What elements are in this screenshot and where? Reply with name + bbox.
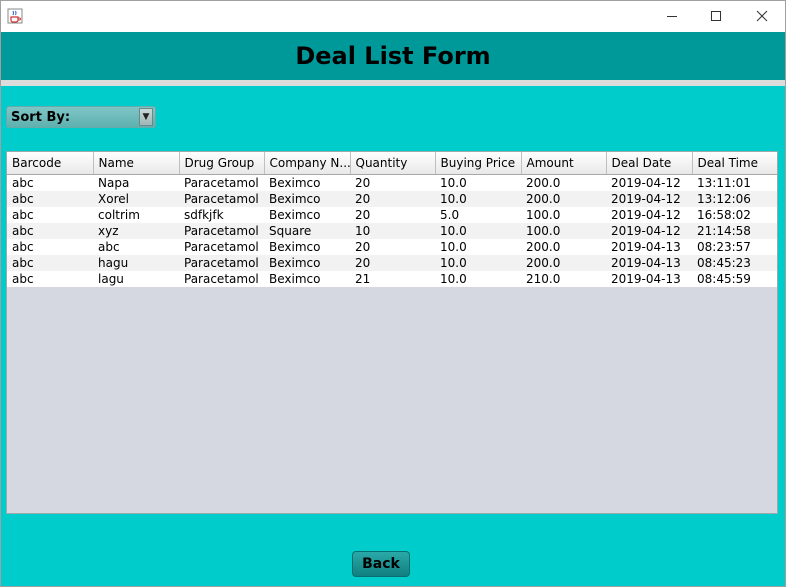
cell-drug-group: Paracetamol [179, 239, 264, 255]
cell-deal-time: 16:58:02 [692, 207, 777, 223]
cell-barcode: abc [7, 174, 93, 191]
cell-deal-date: 2019-04-12 [606, 207, 692, 223]
cell-quantity: 20 [350, 207, 435, 223]
deal-table-panel[interactable]: Barcode Name Drug Group Company N... Qua… [6, 151, 778, 514]
cell-buying-price: 10.0 [435, 271, 521, 287]
cell-deal-time: 13:11:01 [692, 174, 777, 191]
maximize-button[interactable] [693, 1, 739, 32]
cell-quantity: 20 [350, 191, 435, 207]
cell-drug-group: Paracetamol [179, 255, 264, 271]
cell-name: Xorel [93, 191, 179, 207]
header-band: Deal List Form [1, 32, 785, 80]
cell-deal-time: 08:23:57 [692, 239, 777, 255]
cell-amount: 100.0 [521, 223, 606, 239]
cell-barcode: abc [7, 223, 93, 239]
column-header-deal-date[interactable]: Deal Date [606, 152, 693, 175]
table-header-row: Barcode Name Drug Group Company N... Qua… [7, 152, 777, 175]
cell-deal-date: 2019-04-13 [606, 239, 692, 255]
column-header-drug-group[interactable]: Drug Group [179, 152, 265, 175]
cell-name: coltrim [93, 207, 179, 223]
cell-barcode: abc [7, 271, 93, 287]
app-window: Deal List Form Sort By: ▼ Barcode Name D… [0, 0, 786, 587]
column-header-name[interactable]: Name [93, 152, 180, 175]
header-divider [1, 80, 785, 86]
cell-company: Beximco [264, 207, 350, 223]
table-row[interactable]: abc lagu Paracetamol Beximco 21 10.0 210… [7, 271, 777, 287]
sort-by-dropdown[interactable]: Sort By: ▼ [6, 106, 156, 128]
column-header-buying-price[interactable]: Buying Price [435, 152, 522, 175]
cell-deal-time: 13:12:06 [692, 191, 777, 207]
cell-drug-group: Paracetamol [179, 223, 264, 239]
cell-deal-time: 08:45:23 [692, 255, 777, 271]
cell-name: lagu [93, 271, 179, 287]
cell-amount: 100.0 [521, 207, 606, 223]
cell-name: Napa [93, 174, 179, 191]
cell-deal-date: 2019-04-12 [606, 223, 692, 239]
minimize-button[interactable] [649, 1, 695, 32]
cell-company: Beximco [264, 239, 350, 255]
table-row[interactable]: abc xyz Paracetamol Square 10 10.0 100.0… [7, 223, 777, 239]
cell-buying-price: 10.0 [435, 223, 521, 239]
cell-deal-date: 2019-04-12 [606, 174, 692, 191]
back-button[interactable]: Back [352, 551, 410, 577]
cell-company: Beximco [264, 271, 350, 287]
cell-barcode: abc [7, 191, 93, 207]
deal-table: Barcode Name Drug Group Company N... Qua… [7, 152, 777, 287]
cell-company: Square [264, 223, 350, 239]
cell-amount: 200.0 [521, 174, 606, 191]
close-icon [756, 7, 768, 26]
cell-buying-price: 10.0 [435, 239, 521, 255]
dropdown-arrow-icon[interactable]: ▼ [139, 108, 153, 126]
cell-drug-group: Paracetamol [179, 271, 264, 287]
page-title: Deal List Form [295, 42, 491, 70]
column-header-deal-time[interactable]: Deal Time [692, 152, 777, 175]
cell-barcode: abc [7, 207, 93, 223]
table-row[interactable]: abc Napa Paracetamol Beximco 20 10.0 200… [7, 174, 777, 191]
cell-amount: 200.0 [521, 191, 606, 207]
close-button[interactable] [739, 1, 785, 32]
column-header-company-name[interactable]: Company N... [264, 152, 351, 175]
cell-company: Beximco [264, 174, 350, 191]
column-header-quantity[interactable]: Quantity [350, 152, 436, 175]
cell-amount: 200.0 [521, 255, 606, 271]
cell-company: Beximco [264, 255, 350, 271]
table-row[interactable]: abc coltrim sdfkjfk Beximco 20 5.0 100.0… [7, 207, 777, 223]
cell-amount: 210.0 [521, 271, 606, 287]
cell-quantity: 10 [350, 223, 435, 239]
java-cup-icon [7, 8, 23, 24]
title-bar[interactable] [1, 1, 785, 32]
cell-drug-group: Paracetamol [179, 191, 264, 207]
cell-quantity: 21 [350, 271, 435, 287]
table-row[interactable]: abc hagu Paracetamol Beximco 20 10.0 200… [7, 255, 777, 271]
table-row[interactable]: abc Xorel Paracetamol Beximco 20 10.0 20… [7, 191, 777, 207]
cell-deal-time: 21:14:58 [692, 223, 777, 239]
cell-buying-price: 10.0 [435, 191, 521, 207]
maximize-icon [710, 7, 722, 26]
cell-deal-date: 2019-04-12 [606, 191, 692, 207]
cell-quantity: 20 [350, 239, 435, 255]
cell-name: xyz [93, 223, 179, 239]
cell-barcode: abc [7, 239, 93, 255]
cell-company: Beximco [264, 191, 350, 207]
column-header-barcode[interactable]: Barcode [7, 152, 94, 175]
cell-amount: 200.0 [521, 239, 606, 255]
cell-barcode: abc [7, 255, 93, 271]
cell-buying-price: 10.0 [435, 255, 521, 271]
cell-name: hagu [93, 255, 179, 271]
cell-deal-date: 2019-04-13 [606, 255, 692, 271]
table-row[interactable]: abc abc Paracetamol Beximco 20 10.0 200.… [7, 239, 777, 255]
cell-name: abc [93, 239, 179, 255]
cell-deal-date: 2019-04-13 [606, 271, 692, 287]
minimize-icon [666, 7, 678, 26]
column-header-amount[interactable]: Amount [521, 152, 607, 175]
cell-quantity: 20 [350, 174, 435, 191]
sort-by-label: Sort By: [11, 109, 71, 125]
cell-buying-price: 10.0 [435, 174, 521, 191]
cell-drug-group: sdfkjfk [179, 207, 264, 223]
cell-deal-time: 08:45:59 [692, 271, 777, 287]
cell-quantity: 20 [350, 255, 435, 271]
cell-buying-price: 5.0 [435, 207, 521, 223]
cell-drug-group: Paracetamol [179, 174, 264, 191]
